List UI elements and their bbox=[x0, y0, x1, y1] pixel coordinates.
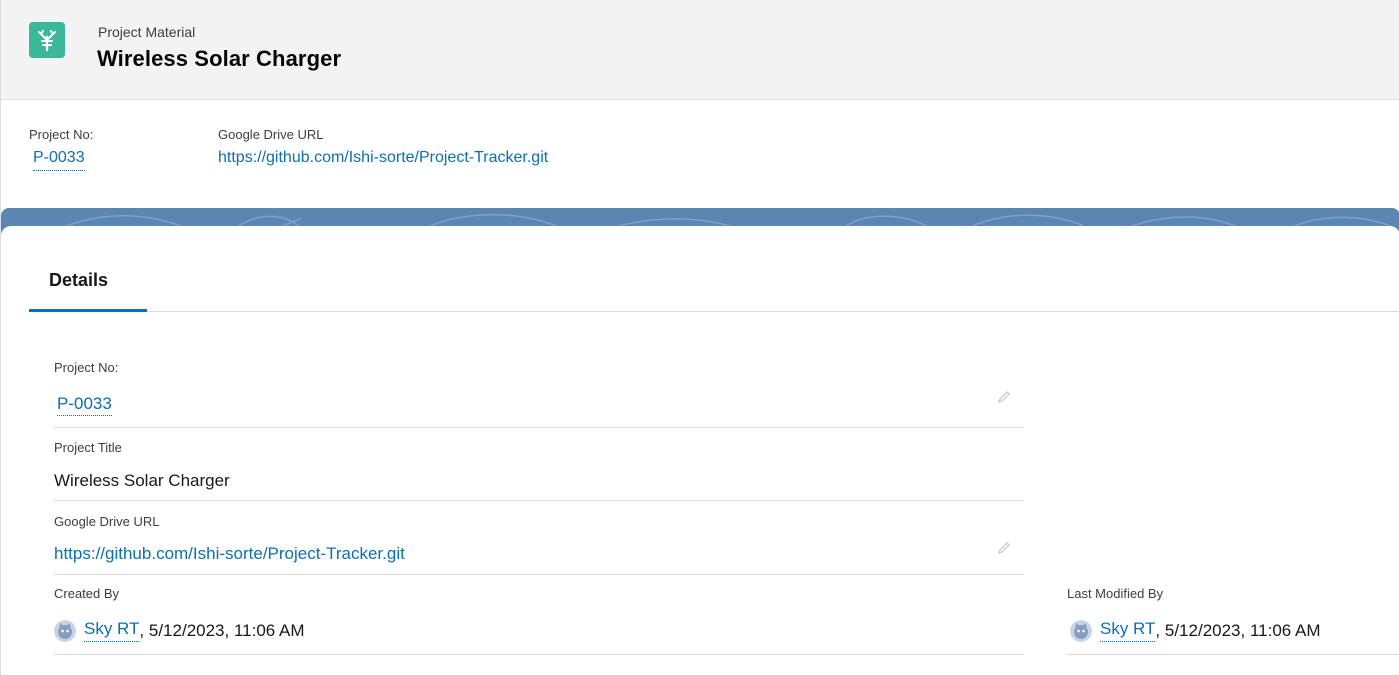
field-project-title-label: Project Title bbox=[54, 440, 122, 455]
user-avatar-icon[interactable] bbox=[54, 619, 76, 642]
created-by-date: 5/12/2023, 11:06 AM bbox=[144, 620, 305, 640]
field-project-title-value: Wireless Solar Charger bbox=[54, 471, 230, 490]
plant-icon bbox=[38, 30, 56, 52]
content-card-top bbox=[1, 226, 1399, 238]
highlight-drive-url: Google Drive URL https://github.com/Ishi… bbox=[218, 127, 548, 167]
highlight-drive-url-label: Google Drive URL bbox=[218, 127, 324, 142]
tab-details[interactable]: Details bbox=[29, 262, 147, 312]
field-project-title: Project Title Wireless Solar Charger bbox=[54, 428, 1024, 501]
field-project-no-link[interactable]: P-0033 bbox=[57, 394, 112, 416]
field-drive-url: Google Drive URL https://github.com/Ishi… bbox=[54, 501, 1024, 575]
highlights-panel: Project No: P-0033 Google Drive URL http… bbox=[1, 100, 1399, 210]
field-created-by: Created By Sky RT , 5/12/2023, 11:06 AM bbox=[54, 575, 1024, 655]
highlight-project-no-link[interactable]: P-0033 bbox=[33, 149, 85, 171]
field-created-by-label: Created By bbox=[54, 586, 120, 601]
last-modified-by-date: 5/12/2023, 11:06 AM bbox=[1160, 620, 1321, 640]
user-avatar-icon[interactable] bbox=[1070, 619, 1092, 642]
field-project-no-label: Project No: bbox=[54, 360, 119, 375]
edit-pencil-icon[interactable] bbox=[997, 541, 1011, 555]
tab-bar: Details bbox=[29, 262, 1399, 312]
record-title: Wireless Solar Charger bbox=[97, 46, 342, 71]
field-drive-url-link[interactable]: https://github.com/Ishi-sorte/Project-Tr… bbox=[54, 544, 405, 563]
object-type-label: Project Material bbox=[98, 24, 196, 40]
created-by-user-row: Sky RT , 5/12/2023, 11:06 AM bbox=[54, 619, 305, 642]
field-last-modified-by-label: Last Modified By bbox=[1067, 586, 1164, 601]
highlight-project-no: Project No: P-0033 bbox=[29, 127, 93, 171]
tab-details-label: Details bbox=[49, 270, 109, 290]
created-by-user-link[interactable]: Sky RT bbox=[84, 619, 140, 642]
edit-pencil-icon[interactable] bbox=[997, 390, 1011, 404]
field-drive-url-label: Google Drive URL bbox=[54, 514, 160, 529]
last-modified-by-user-link[interactable]: Sky RT bbox=[1100, 619, 1156, 642]
project-material-icon bbox=[29, 22, 65, 58]
field-project-no: Project No: P-0033 bbox=[54, 354, 1024, 428]
highlight-drive-url-link[interactable]: https://github.com/Ishi-sorte/Project-Tr… bbox=[218, 149, 548, 167]
record-header: Project Material Wireless Solar Charger bbox=[1, 0, 1399, 100]
field-last-modified-by: Last Modified By Sky RT , 5/12/2023, 11:… bbox=[1067, 575, 1399, 655]
highlight-project-no-label: Project No: bbox=[29, 127, 94, 142]
last-modified-by-user-row: Sky RT , 5/12/2023, 11:06 AM bbox=[1070, 619, 1321, 642]
record-page: Project Material Wireless Solar Charger … bbox=[0, 0, 1399, 675]
